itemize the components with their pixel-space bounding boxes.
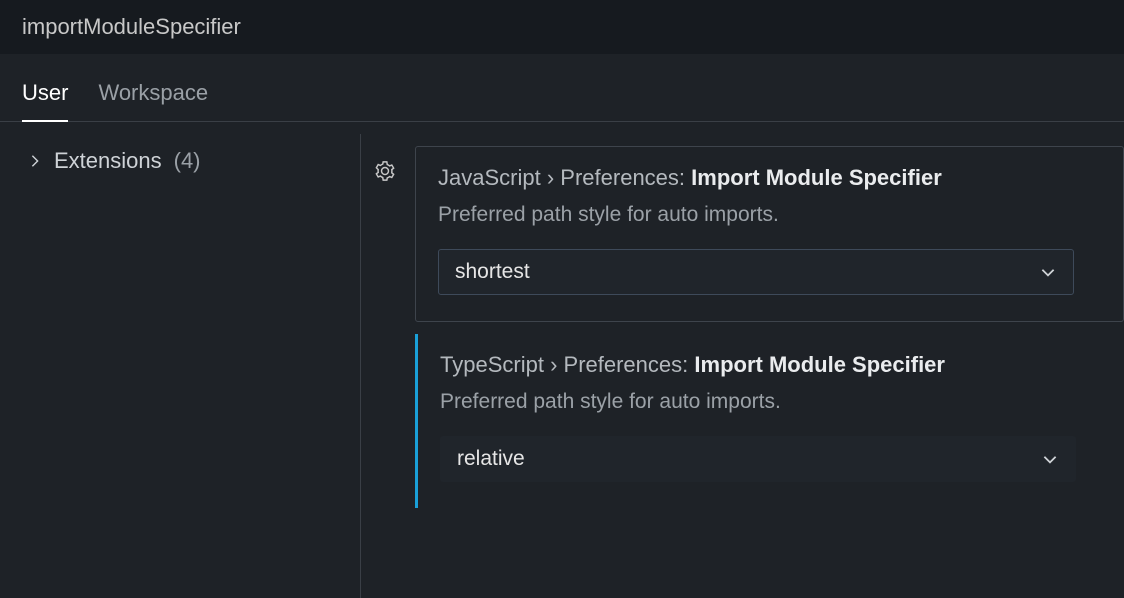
setting-row: TypeScript › Preferences: Import Module …	[361, 322, 1124, 508]
tree-item-extensions[interactable]: Extensions (4)	[20, 144, 340, 178]
setting-card-typescript-import-module-specifier: TypeScript › Preferences: Import Module …	[415, 334, 1124, 508]
setting-card-javascript-import-module-specifier: JavaScript › Preferences: Import Module …	[415, 146, 1124, 322]
setting-scope: TypeScript	[440, 352, 544, 377]
setting-name: Import Module Specifier	[694, 352, 945, 377]
chevron-down-icon	[1041, 450, 1059, 468]
settings-tree: Extensions (4)	[0, 122, 360, 598]
tab-user[interactable]: User	[22, 80, 68, 122]
settings-scope-tabs: User Workspace	[0, 54, 1124, 122]
tree-item-count: (4)	[174, 148, 201, 174]
setting-scope: JavaScript	[438, 165, 541, 190]
gear-icon	[374, 160, 396, 182]
setting-select[interactable]: relative	[440, 436, 1076, 482]
settings-search-input[interactable]: importModuleSpecifier	[0, 0, 1124, 54]
breadcrumb-separator: ›	[547, 165, 560, 190]
search-input-value: importModuleSpecifier	[22, 14, 241, 39]
tab-workspace[interactable]: Workspace	[98, 80, 208, 121]
select-value: relative	[457, 447, 525, 471]
select-value: shortest	[455, 260, 530, 284]
setting-select[interactable]: shortest	[438, 249, 1074, 295]
setting-row: JavaScript › Preferences: Import Module …	[361, 134, 1124, 322]
tree-item-label: Extensions	[54, 148, 162, 174]
setting-description: Preferred path style for auto imports.	[440, 390, 1102, 414]
breadcrumb-separator: ›	[550, 352, 563, 377]
chevron-down-icon	[1039, 263, 1057, 281]
chevron-right-icon	[28, 154, 42, 168]
setting-group: Preferences	[564, 352, 683, 377]
setting-group: Preferences	[560, 165, 679, 190]
setting-gear-button[interactable]	[371, 146, 399, 182]
setting-name: Import Module Specifier	[691, 165, 942, 190]
setting-title: TypeScript › Preferences: Import Module …	[440, 352, 1102, 378]
settings-list: JavaScript › Preferences: Import Module …	[361, 122, 1124, 598]
setting-description: Preferred path style for auto imports.	[438, 203, 1101, 227]
setting-title: JavaScript › Preferences: Import Module …	[438, 165, 1101, 191]
